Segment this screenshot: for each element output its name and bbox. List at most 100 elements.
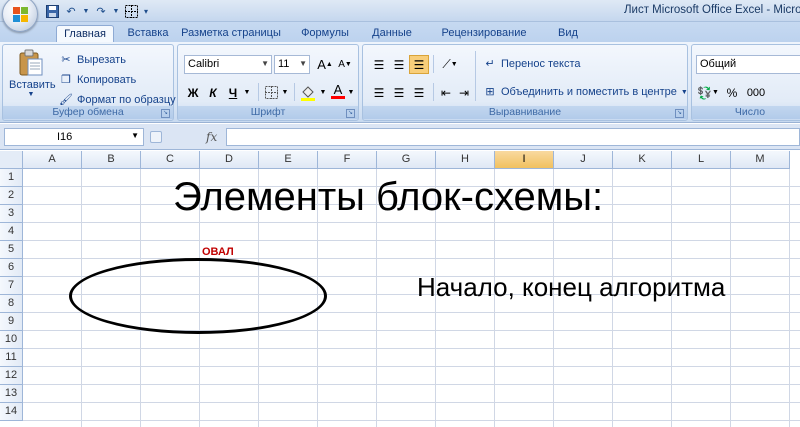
font-color-dropdown-icon[interactable]: ▼: [346, 83, 356, 102]
redo-dropdown-icon[interactable]: ▼: [112, 3, 120, 19]
select-all-corner[interactable]: [0, 151, 23, 169]
oval-shape[interactable]: [69, 258, 327, 334]
shrink-font-button[interactable]: A ▼: [336, 55, 354, 74]
column-header[interactable]: M: [731, 151, 790, 169]
row-header[interactable]: 1: [0, 169, 23, 187]
align-center-button[interactable]: ☰: [389, 83, 409, 102]
merge-cells-icon: ⊞: [485, 86, 495, 98]
tab-view[interactable]: Вид: [550, 25, 586, 43]
qat-customize-icon[interactable]: ▾: [142, 3, 150, 19]
fill-color-dropdown-icon[interactable]: ▼: [318, 83, 328, 102]
row-header[interactable]: 6: [0, 259, 23, 277]
row-header[interactable]: 2: [0, 187, 23, 205]
currency-button[interactable]: 💱 ▼: [696, 83, 720, 102]
column-header[interactable]: B: [82, 151, 141, 169]
tab-data[interactable]: Данные: [364, 25, 420, 43]
align-bottom-button[interactable]: ☰: [409, 55, 429, 74]
align-center-icon: ☰: [393, 85, 405, 100]
oval-description-text: Начало, конец алгоритма: [417, 272, 726, 302]
wrap-text-button[interactable]: ↵ Перенос текста: [483, 57, 580, 71]
italic-button[interactable]: К: [204, 83, 222, 102]
gridline: [789, 169, 790, 427]
column-header[interactable]: H: [436, 151, 495, 169]
save-icon[interactable]: [44, 3, 60, 19]
thousands-button[interactable]: 000: [744, 83, 768, 102]
tab-formulas[interactable]: Формулы: [294, 25, 356, 43]
expand-formula-icon[interactable]: [150, 131, 162, 143]
align-left-button[interactable]: ☰: [369, 83, 389, 102]
column-header[interactable]: I: [495, 151, 554, 169]
clipboard-launcher-icon[interactable]: ↘: [161, 109, 170, 118]
undo-icon[interactable]: ↶: [63, 3, 79, 19]
row-header[interactable]: 10: [0, 331, 23, 349]
undo-dropdown-icon[interactable]: ▼: [82, 3, 90, 19]
font-name-select[interactable]: Calibri ▼: [184, 55, 272, 74]
redo-icon[interactable]: ↷: [93, 3, 109, 19]
border-dropdown-icon[interactable]: ▼: [280, 83, 290, 102]
font-name-value: Calibri: [188, 58, 220, 70]
grow-font-button[interactable]: A ▲: [316, 55, 334, 74]
column-header[interactable]: C: [141, 151, 200, 169]
row-header[interactable]: 11: [0, 349, 23, 367]
border-button[interactable]: [262, 83, 280, 102]
row-header[interactable]: 5: [0, 241, 23, 259]
decrease-indent-button[interactable]: ⇤: [437, 83, 455, 102]
divider: [433, 83, 434, 101]
align-middle-button[interactable]: ☰: [389, 55, 409, 74]
tab-home[interactable]: Главная: [56, 25, 114, 43]
column-header[interactable]: L: [672, 151, 731, 169]
align-top-button[interactable]: ☰: [369, 55, 389, 74]
orientation-icon: ⟋: [442, 57, 451, 71]
underline-button[interactable]: Ч: [224, 83, 242, 102]
row-header[interactable]: 3: [0, 205, 23, 223]
tab-review[interactable]: Рецензирование: [428, 25, 540, 43]
number-format-select[interactable]: Общий: [696, 55, 800, 74]
bold-button[interactable]: Ж: [184, 83, 202, 102]
row-header[interactable]: 7: [0, 277, 23, 295]
format-painter-button[interactable]: 🖌 Формат по образцу: [59, 93, 176, 107]
chevron-down-icon: ▼: [680, 88, 688, 96]
align-right-button[interactable]: ☰: [409, 83, 429, 102]
divider: [475, 51, 476, 101]
paste-button[interactable]: Вставить ▼: [9, 49, 56, 98]
font-launcher-icon[interactable]: ↘: [346, 109, 355, 118]
tab-page-layout[interactable]: Разметка страницы: [180, 25, 282, 43]
column-header[interactable]: G: [377, 151, 436, 169]
row-header[interactable]: 13: [0, 385, 23, 403]
underline-dropdown-icon[interactable]: ▼: [242, 83, 252, 102]
column-header[interactable]: F: [318, 151, 377, 169]
percent-button[interactable]: %: [724, 83, 740, 102]
alignment-launcher-icon[interactable]: ↘: [675, 109, 684, 118]
copy-button[interactable]: ❐ Копировать: [59, 73, 136, 87]
increase-indent-button[interactable]: ⇥: [455, 83, 473, 102]
clipboard-group: Вставить ▼ ✂ Вырезать ❐ Копировать 🖌 Фор…: [2, 44, 176, 121]
column-header[interactable]: J: [554, 151, 613, 169]
merge-center-button[interactable]: ⊞ Объединить и поместить в центре ▼: [483, 85, 688, 99]
office-logo-icon: [13, 7, 28, 22]
fill-color-button[interactable]: [298, 83, 318, 102]
divider: [258, 83, 259, 101]
tab-insert[interactable]: Вставка: [118, 25, 178, 43]
formula-input[interactable]: [226, 128, 800, 146]
row-header[interactable]: 9: [0, 313, 23, 331]
borders-icon[interactable]: [123, 3, 139, 19]
column-header[interactable]: A: [23, 151, 82, 169]
column-header[interactable]: E: [259, 151, 318, 169]
font-size-select[interactable]: 11 ▼: [274, 55, 310, 74]
font-color-button[interactable]: A: [330, 81, 346, 100]
column-header[interactable]: K: [613, 151, 672, 169]
chevron-down-icon: ▼: [450, 61, 458, 68]
copy-label: Копировать: [77, 74, 137, 86]
orientation-button[interactable]: ⟋ ▼: [437, 55, 463, 74]
row-header[interactable]: 8: [0, 295, 23, 313]
insert-function-button[interactable]: fx: [206, 130, 217, 144]
row-header[interactable]: 14: [0, 403, 23, 421]
paste-dropdown-icon[interactable]: ▼: [9, 91, 53, 98]
name-box[interactable]: I16 ▼: [4, 128, 144, 146]
row-header[interactable]: 12: [0, 367, 23, 385]
align-right-icon: ☰: [413, 85, 425, 100]
row-header[interactable]: 4: [0, 223, 23, 241]
cut-button[interactable]: ✂ Вырезать: [59, 53, 126, 67]
column-header[interactable]: D: [200, 151, 259, 169]
alignment-group-label: Выравнивание: [363, 106, 687, 119]
